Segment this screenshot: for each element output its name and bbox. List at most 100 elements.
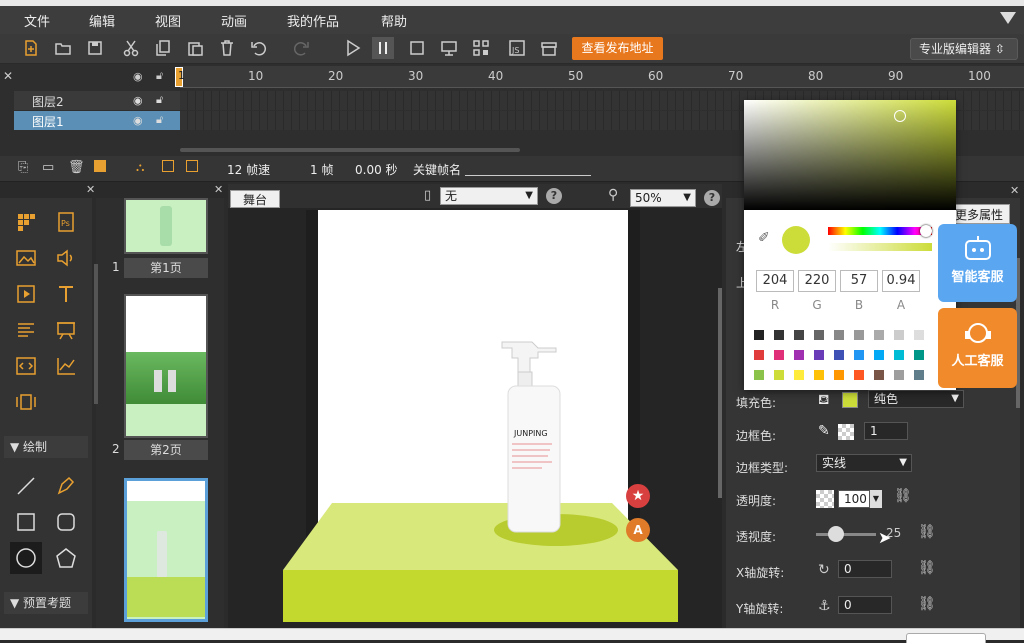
paragraph-icon[interactable] [12,316,40,344]
archive-icon[interactable] [538,37,560,59]
delete-icon[interactable] [216,37,238,59]
swatch[interactable] [774,330,784,340]
components-icon[interactable] [12,208,40,236]
product-bottle[interactable]: JUNPING [496,336,566,536]
swatch[interactable] [914,330,924,340]
rect-tool-icon[interactable] [12,508,40,536]
swatch[interactable] [814,350,824,360]
qrcode-icon[interactable] [470,37,492,59]
eye-icon[interactable]: ◉ [133,70,143,83]
close-icon[interactable]: ✕ [1010,184,1019,197]
tween-icon[interactable]: ⛬ [136,160,144,175]
device-select[interactable]: 无 ▼ [440,187,538,205]
draw-section-header[interactable]: ▼ 绘制 [4,436,88,458]
chart-icon[interactable] [52,352,80,380]
frame-ruler[interactable]: 1 10 20 30 40 50 60 70 80 90 100 [175,66,1024,88]
add-layer-icon[interactable]: ⎘ [18,160,28,175]
pencil-icon[interactable]: ✎ [818,423,830,439]
phone-icon[interactable]: ▯ [424,188,431,203]
swatch[interactable] [854,370,864,380]
hue-slider[interactable] [828,227,932,235]
opacity-dropdown-icon[interactable]: ▼ [870,490,882,508]
eyedropper-icon[interactable]: ✐ [758,230,770,246]
rotate-y-icon[interactable]: ⚓︎ [818,598,831,614]
fill-color-swatch[interactable] [842,392,858,408]
eye-icon[interactable]: ◉ [133,94,143,107]
red-input[interactable]: 204 [756,270,794,292]
page-thumbnail-selected[interactable] [124,478,208,622]
link-icon[interactable]: ⛓ [918,560,936,576]
swatch[interactable] [854,330,864,340]
publish-url-button[interactable]: 查看发布地址 [572,37,663,60]
code-icon[interactable] [12,352,40,380]
hue-handle[interactable] [920,225,932,237]
onion-skin-icon[interactable] [94,160,106,172]
blank-keyframe-icon[interactable] [186,160,198,172]
green-input[interactable]: 220 [798,270,836,292]
swatch[interactable] [834,330,844,340]
preset-section-header[interactable]: ▼ 预置考题 [4,592,88,614]
perspective-slider-track[interactable] [816,533,876,536]
alpha-input[interactable]: 0.94 [882,270,920,292]
ellipse-tool-icon[interactable] [10,542,42,574]
paste-icon[interactable] [184,37,206,59]
new-file-icon[interactable] [20,37,42,59]
swatch[interactable] [874,350,884,360]
swatch[interactable] [834,350,844,360]
rotate-x-icon[interactable]: ↻ [818,562,830,578]
link-icon[interactable]: ⛓ [918,524,936,540]
redo-icon[interactable] [290,37,312,59]
zoom-select[interactable]: 50% ▼ [630,189,696,207]
swatch[interactable] [814,370,824,380]
swatch[interactable] [754,330,764,340]
timeline-scrollbar[interactable] [180,148,520,152]
swatch[interactable] [914,370,924,380]
delete-layer-icon[interactable]: 🗑︎ [68,160,85,175]
border-color-swatch[interactable] [838,424,854,440]
preview-icon[interactable] [438,37,460,59]
gallery-icon[interactable] [12,388,40,416]
audio-icon[interactable] [52,244,80,272]
save-icon[interactable] [84,37,106,59]
border-width-input[interactable]: 1 [864,422,908,440]
more-attrs-tab[interactable]: 更多属性 [948,204,1010,224]
rounded-rect-tool-icon[interactable] [52,508,80,536]
page-label[interactable]: 第1页 [124,258,208,278]
alpha-slider[interactable] [828,243,932,251]
link-icon[interactable]: ⛓ [894,488,912,504]
close-icon[interactable]: ✕ [3,69,13,83]
page-thumbnail[interactable] [124,294,208,438]
keyframe-icon[interactable] [162,160,174,172]
open-folder-icon[interactable] [52,37,74,59]
undo-icon[interactable] [248,37,270,59]
menu-edit[interactable]: 编辑 [89,11,115,30]
swatch[interactable] [854,350,864,360]
color-cursor[interactable] [894,110,906,122]
swatch[interactable] [894,350,904,360]
collapse-arrow-icon[interactable] [1000,12,1016,24]
swatch-grid[interactable] [744,320,956,390]
human-service-button[interactable]: 人工客服 [938,308,1017,388]
stage-scrollbar[interactable] [718,288,722,498]
menu-help[interactable]: 帮助 [381,11,407,30]
line-tool-icon[interactable] [12,472,40,500]
layer-row-selected[interactable]: 图层1 ◉ 🔓︎ [14,111,180,130]
stop-icon[interactable] [406,37,428,59]
keyframe-name-input[interactable] [465,175,591,176]
swatch[interactable] [794,330,804,340]
zoom-search-icon[interactable]: ⚲ [608,187,618,203]
photoshop-icon[interactable]: Ps [52,208,80,236]
close-icon[interactable]: ✕ [214,183,223,196]
perspective-slider-handle[interactable] [828,526,844,542]
help-icon[interactable]: ? [546,188,562,204]
swatch[interactable] [794,370,804,380]
saturation-area[interactable] [744,100,956,210]
lock-icon[interactable]: 🔓︎ [156,113,163,127]
menu-view[interactable]: 视图 [155,11,181,30]
fill-type-select[interactable]: 纯色 ▼ [868,390,964,408]
play-icon[interactable] [342,37,364,59]
video-icon[interactable] [12,280,40,308]
stage-canvas[interactable]: JUNPING ★ A [228,208,722,628]
border-type-select[interactable]: 实线 ▼ [816,454,912,472]
lock-icon[interactable]: 🔓︎ [156,69,163,83]
